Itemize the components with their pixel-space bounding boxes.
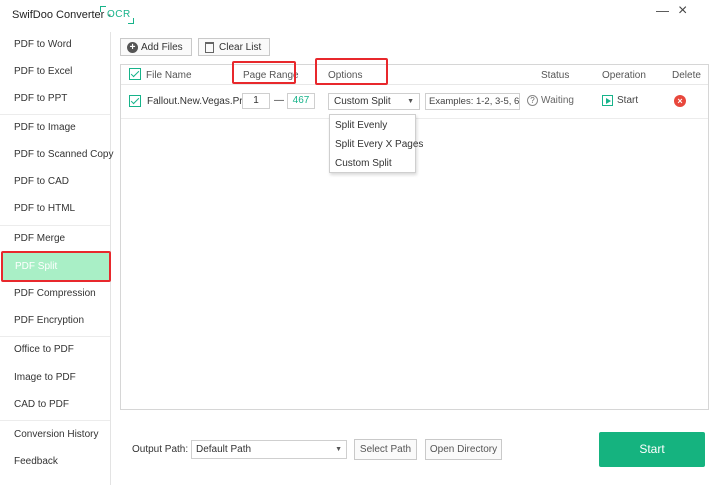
sidebar-item-cad-to-pdf[interactable]: CAD to PDF [0,392,110,418]
sidebar: PDF to Word PDF to Excel PDF to PPT PDF … [0,32,114,485]
app-title: SwifDoo Converter - [12,9,112,21]
start-button[interactable]: Start [599,432,705,467]
clear-list-button[interactable]: Clear List [198,38,271,56]
split-option-select[interactable]: Custom Split ▼ [328,93,420,110]
column-status: Status [541,70,570,81]
page-from-input[interactable]: 1 [242,93,270,109]
column-operation: Operation [602,70,646,81]
sidebar-item-image-to-pdf[interactable]: Image to PDF [0,365,110,391]
sidebar-item-feedback[interactable]: Feedback [0,449,110,475]
status-text: Waiting [541,95,574,106]
column-page-range: Page Range [243,70,299,81]
chevron-down-icon: ▼ [335,446,342,453]
menu-item-custom-split[interactable]: Custom Split [335,158,392,169]
output-path-select[interactable]: Default Path ▼ [191,440,347,459]
column-file-name: File Name [146,70,192,81]
sidebar-item-conversion-history[interactable]: Conversion History [0,422,110,448]
chevron-down-icon: ▼ [407,98,414,105]
sidebar-item-pdf-to-word[interactable]: PDF to Word [0,32,110,58]
select-path-button[interactable]: Select Path [354,439,417,460]
sidebar-item-pdf-encryption[interactable]: PDF Encryption [0,308,110,334]
file-table: File Name Page Range Options Status Oper… [120,64,709,410]
column-options: Options [328,70,363,81]
sidebar-item-pdf-to-ppt[interactable]: PDF to PPT [0,86,110,112]
page-range-separator: — [274,95,284,106]
sidebar-item-pdf-to-scanned-copy[interactable]: PDF to Scanned Copy [0,142,114,168]
file-name-cell: Fallout.New.Vegas.Pr... [147,96,251,107]
trash-icon [205,41,214,53]
page-to-input[interactable]: 467 [287,93,315,109]
question-icon: ? [527,95,538,106]
delete-icon[interactable]: × [674,95,686,107]
row-start-label: Start [617,95,639,106]
sidebar-item-pdf-merge[interactable]: PDF Merge [0,226,110,252]
sidebar-divider [0,420,110,421]
title-bar: SwifDoo Converter - OCR — × [0,0,720,32]
add-files-label: Add Files [141,41,183,53]
output-path-label: Output Path: [132,444,189,455]
open-directory-button[interactable]: Open Directory [425,439,502,460]
table-header: File Name Page Range Options Status Oper… [121,65,708,85]
play-icon [602,95,613,106]
column-delete: Delete [672,70,701,81]
row-start-button[interactable]: Start [602,95,638,106]
sidebar-item-office-to-pdf[interactable]: Office to PDF [0,337,110,363]
sidebar-item-pdf-to-html[interactable]: PDF to HTML [0,196,110,222]
sidebar-item-pdf-split[interactable]: PDF Split [1,251,111,282]
split-option-value: Custom Split [334,96,391,107]
custom-range-input[interactable]: Examples: 1-2, 3-5, 6 [425,93,520,110]
menu-item-split-every-x-pages[interactable]: Split Every X Pages [335,139,423,150]
sidebar-item-pdf-to-image[interactable]: PDF to Image [0,115,110,141]
ocr-button[interactable]: OCR [100,6,134,24]
output-path-value: Default Path [196,444,252,455]
sidebar-item-pdf-to-cad[interactable]: PDF to CAD [0,169,110,195]
ocr-bracket-icon [100,6,106,12]
plus-icon: + [127,41,138,53]
status-cell: ? Waiting [527,95,574,106]
menu-item-split-evenly[interactable]: Split Evenly [335,120,387,131]
select-all-checkbox[interactable] [129,68,141,80]
clear-list-label: Clear List [219,41,262,53]
sidebar-item-pdf-compression[interactable]: PDF Compression [0,281,110,307]
add-files-button[interactable]: + Add Files [120,38,192,56]
split-options-menu: Split Evenly Split Every X Pages Custom … [329,114,423,173]
ocr-bracket-icon [128,18,134,24]
minimize-icon[interactable]: — [656,4,669,18]
sidebar-item-pdf-to-excel[interactable]: PDF to Excel [0,59,110,85]
close-icon[interactable]: × [678,3,687,19]
row-checkbox[interactable] [129,95,141,107]
